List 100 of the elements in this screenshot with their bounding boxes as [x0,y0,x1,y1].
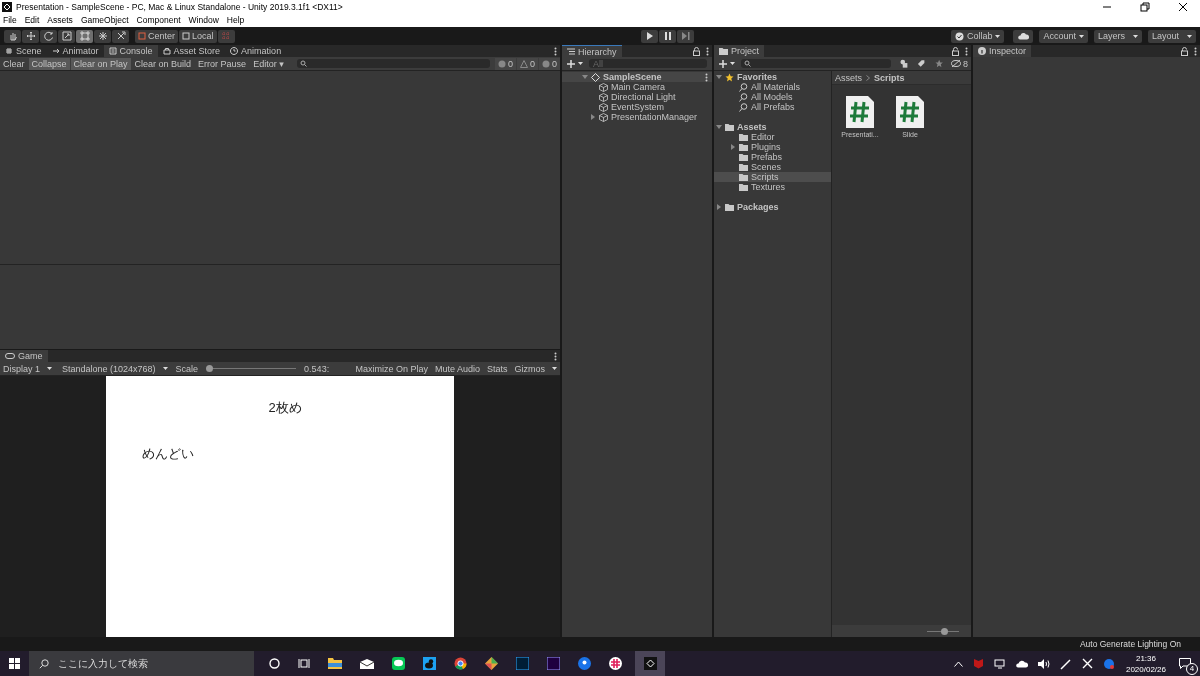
tab[interactable]: Game [0,350,48,362]
scene-row[interactable]: SampleScene [562,72,712,82]
tree-item[interactable]: Editor [714,132,831,142]
tool-button[interactable] [40,29,57,43]
tab[interactable]: Project [714,45,764,57]
dropdown-button[interactable]: Account [1039,29,1088,43]
expand-arrow-icon[interactable] [716,204,722,210]
tool-button[interactable] [76,29,93,43]
breadcrumb-item[interactable]: Scripts [874,72,905,83]
star-icon[interactable] [934,59,943,68]
restore-icon[interactable] [1140,1,1150,12]
console-toolbar-button[interactable]: Collapse [28,57,70,70]
lock-icon[interactable] [693,46,700,56]
more-icon[interactable] [1194,46,1197,56]
tree-item[interactable]: Packages [714,202,831,212]
tree-item[interactable]: Scenes [714,162,831,172]
menu-item[interactable]: Window [188,15,219,25]
slider-thumb[interactable] [206,365,214,372]
lock-icon[interactable] [952,46,959,56]
lock-icon[interactable] [1181,46,1188,56]
browser-icon[interactable] [454,657,467,670]
tab[interactable]: Hierarchy [562,45,622,57]
tree-item[interactable]: Scripts [714,172,831,182]
tree-item[interactable]: Assets [714,122,831,132]
duck-app-icon[interactable] [423,657,436,670]
tab[interactable]: Console [103,45,158,57]
clock-date[interactable]: 2020/02/26 [1125,663,1166,675]
tab[interactable]: Inspector [973,45,1032,57]
taskbar-search-field[interactable]: ここに入力して検索 [29,651,254,676]
tree-item[interactable]: Prefabs [714,152,831,162]
motion-app-icon[interactable] [547,657,560,670]
tree-item[interactable]: All Models [714,92,831,102]
chat-hash-icon[interactable] [609,657,622,670]
task-view-icon[interactable] [298,658,310,669]
chevron-up-icon[interactable] [953,660,963,667]
more-icon[interactable] [705,72,708,82]
tree-item[interactable]: Favorites [714,72,831,82]
cloud-icon[interactable] [1015,659,1028,668]
tree-item[interactable]: All Materials [714,82,831,92]
dropdown-button[interactable]: Layout [1148,29,1196,43]
console-toolbar-button[interactable]: Clear [0,57,28,70]
cortana-icon[interactable] [269,658,280,669]
tree-item[interactable]: Plugins [714,142,831,152]
filter-type-icon[interactable] [900,59,909,68]
windows-start-icon[interactable] [9,658,20,669]
tab[interactable]: Animation [225,45,287,57]
tab[interactable]: Scene [0,45,47,57]
diamond-app-icon[interactable] [485,657,498,670]
expand-arrow-icon[interactable] [716,74,722,80]
tree-item[interactable]: Textures [714,182,831,192]
chat-app-icon[interactable] [392,657,405,670]
photo-editor-icon[interactable] [516,657,529,670]
unity-taskbar-button[interactable] [635,651,665,676]
volume-icon[interactable] [1037,658,1050,669]
game-object-item[interactable]: PresentationManager [611,112,698,122]
tab[interactable]: Asset Store [157,45,226,57]
map-pin-icon[interactable] [578,657,591,670]
menu-item[interactable]: File [3,15,17,25]
cloud-button[interactable] [1013,29,1034,43]
menu-item[interactable]: Assets [47,15,73,25]
tag-icon[interactable] [917,59,926,68]
caret-icon[interactable] [552,367,557,370]
pivot-button[interactable]: Local [179,29,217,43]
hidden-packages-button[interactable]: 8 [948,57,971,70]
pause-button[interactable] [659,29,677,43]
menu-item[interactable]: Help [226,15,245,25]
notification-button[interactable]: 4 [1174,653,1196,674]
tool-button[interactable] [4,29,21,43]
search-field[interactable] [741,59,892,68]
tree-item[interactable]: All Prefabs [714,102,831,112]
pivot-button[interactable]: Center [135,29,178,43]
expand-arrow-icon[interactable] [590,114,596,120]
search-field[interactable] [296,59,490,68]
more-icon[interactable] [706,46,709,56]
game-object-item[interactable]: Directional Light [611,92,676,102]
tool-button[interactable] [58,29,75,43]
game-object-item[interactable]: Main Camera [611,82,666,92]
expand-arrow-icon[interactable] [730,144,736,150]
expand-arrow-icon[interactable] [582,75,588,79]
mail-icon[interactable] [360,658,374,669]
breadcrumb-item[interactable]: Assets [835,72,862,83]
script-file-icon[interactable] [895,95,925,129]
tool-button[interactable] [112,29,129,43]
log-count-button[interactable]: 0 [516,57,538,70]
game-object-item[interactable]: EventSystem [611,102,665,112]
folder-icon[interactable] [328,658,342,669]
dropdown-button[interactable]: Layers [1094,29,1142,43]
menu-item[interactable]: GameObject [80,15,129,25]
log-count-button[interactable]: 0 [539,57,560,70]
menu-item[interactable]: Edit [24,15,40,25]
zoom-slider[interactable] [927,627,959,635]
console-toolbar-button[interactable]: Clear on Play [70,57,131,70]
colorful-dot-icon[interactable] [1102,657,1115,670]
play-button[interactable] [641,29,659,43]
clock-time[interactable]: 21:36 [1135,652,1156,664]
collab-button[interactable]: Collab [950,29,1005,43]
shield-icon[interactable] [972,658,984,669]
log-count-button[interactable]: 0 [494,57,516,70]
tool-button[interactable] [22,29,39,43]
pen-icon[interactable] [1059,657,1072,670]
